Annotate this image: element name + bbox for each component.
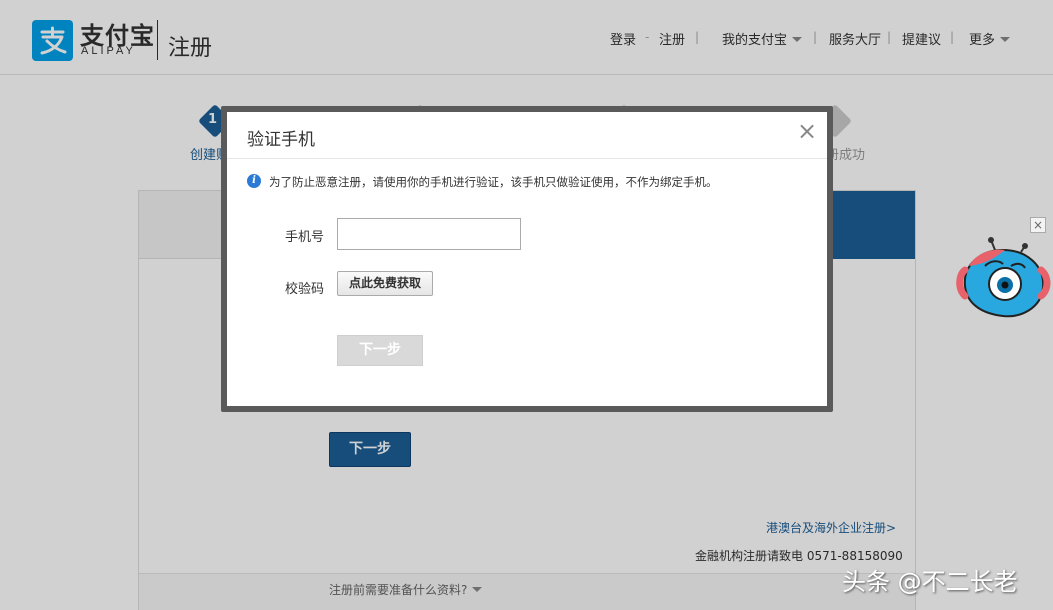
phone-input[interactable] (337, 218, 521, 250)
verify-phone-dialog: 验证手机 × i 为了防止恶意注册，请使用你的手机进行验证，该手机只做验证使用，… (227, 112, 827, 406)
code-label: 校验码 (285, 282, 325, 297)
close-icon[interactable]: × (797, 119, 817, 143)
mascot-close-icon[interactable]: × (1030, 217, 1046, 233)
dialog-info-text: 为了防止恶意注册，请使用你的手机进行验证，该手机只做验证使用，不作为绑定手机。 (269, 175, 718, 189)
dialog-title: 验证手机 (247, 130, 315, 150)
dialog-next-button[interactable]: 下一步 (337, 335, 423, 366)
dialog-divider (227, 158, 827, 159)
mascot-icon[interactable] (955, 236, 1051, 324)
watermark-text: 头条 @不二长老 (842, 568, 1018, 596)
phone-label: 手机号 (285, 230, 325, 245)
get-code-button[interactable]: 点此免费获取 (337, 271, 433, 296)
info-icon: i (247, 174, 261, 188)
